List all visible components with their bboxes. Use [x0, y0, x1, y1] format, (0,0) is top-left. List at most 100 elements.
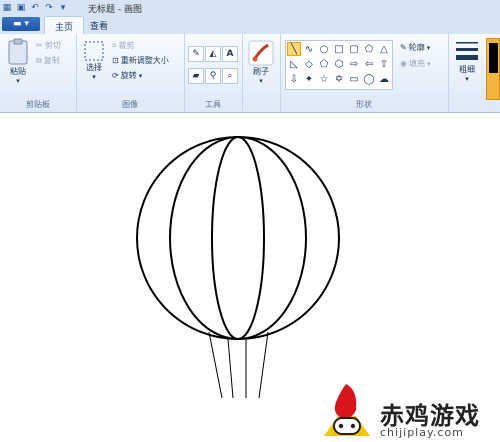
size-label: 粗细 [459, 65, 475, 74]
app-icon: ▦ [2, 3, 12, 13]
outline-label: 轮廓 [408, 43, 425, 52]
brushes-button[interactable]: 刷子 ▾ [246, 40, 276, 85]
clipboard-icon [8, 38, 28, 65]
brushes-dropdown-icon: ▾ [259, 77, 263, 85]
size-dropdown-icon: ▾ [465, 75, 469, 83]
callout-rect-shape[interactable]: ▭ [347, 72, 361, 86]
five-point-star-shape[interactable]: ☆ [317, 72, 331, 86]
crop-label: 裁剪 [118, 41, 135, 50]
crop-icon: ⌗ [112, 40, 117, 50]
paste-button[interactable]: 粘贴 ▾ [4, 38, 32, 85]
pencil-tool[interactable]: ✎ [188, 46, 204, 62]
rounded-rectangle-shape[interactable]: ▢ [347, 42, 361, 56]
ribbon-tabs: ▬ ▾ 主页 查看 [0, 16, 500, 35]
select-label: 选择 [86, 63, 102, 72]
resize-button[interactable]: ⊡ 重新调整大小 [112, 55, 169, 66]
outline-dropdown-icon: ▾ [426, 43, 431, 52]
image-group-label: 图像 [122, 100, 138, 109]
quick-access-toolbar: ▦ ▣ ↶ ↷ ▾ [0, 0, 68, 16]
polygon-shape[interactable]: ⬠ [362, 42, 376, 56]
eyedropper-icon: ⚲ [209, 71, 217, 81]
rotate-dropdown-icon: ▾ [138, 71, 143, 80]
watermark-domain: chijiplay.com [380, 426, 464, 439]
four-point-star-shape[interactable]: ✦ [302, 72, 316, 86]
image-group: 选择 ▾ ⌗ 裁剪 ⊡ 重新调整大小 ⟳ 旋转 ▾ 图像 [76, 34, 185, 112]
callout-oval-shape[interactable]: ◯ [362, 72, 376, 86]
right-triangle-shape[interactable]: ◺ [287, 57, 301, 71]
text-tool[interactable]: A [222, 46, 238, 62]
six-point-star-shape[interactable]: ✡ [332, 72, 346, 86]
rotate-icon: ⟳ [112, 71, 119, 80]
brushes-label: 刷子 [253, 67, 269, 76]
eraser-tool[interactable]: ▰ [188, 68, 204, 84]
brushes-group: 刷子 ▾ [242, 34, 281, 112]
chicken-logo-icon [324, 384, 370, 436]
pencil-icon: ✎ [192, 49, 200, 59]
down-arrow-shape[interactable]: ⇩ [287, 72, 301, 86]
line-width-icon [456, 42, 478, 60]
watermark: 赤鸡游戏 chijiplay.com [318, 376, 500, 442]
color1-swatch [489, 43, 498, 73]
undo-icon[interactable]: ↶ [30, 3, 40, 13]
select-rectangle-icon [84, 41, 104, 61]
tools-group: ✎ ◭ A ▰ ⚲ ⌕ 工具 [184, 34, 243, 112]
triangle-shape[interactable]: △ [377, 42, 391, 56]
fill-label: 填充 [408, 59, 425, 68]
copy-button[interactable]: ⧉ 复制 [36, 55, 60, 66]
title-bar: ▦ ▣ ↶ ↷ ▾ 无标题 - 画图 [0, 0, 500, 17]
fill-button[interactable]: ◉ 填充 ▾ [400, 58, 431, 69]
size-button[interactable]: 粗细 ▾ [452, 38, 482, 83]
diamond-shape[interactable]: ◇ [302, 57, 316, 71]
file-menu-button[interactable]: ▬ ▾ [2, 17, 40, 31]
fill-icon: ◉ [400, 59, 407, 68]
hexagon-shape[interactable]: ⬡ [332, 57, 346, 71]
tab-home[interactable]: 主页 [44, 16, 85, 35]
outline-icon: ✎ [400, 43, 407, 52]
cut-button[interactable]: ✂ 剪切 [36, 40, 61, 51]
text-icon: A [226, 49, 234, 59]
clipboard-group: 粘贴 ▾ ✂ 剪切 ⧉ 复制 剪贴板 [0, 34, 77, 112]
color-picker-tool[interactable]: ⚲ [205, 68, 221, 84]
resize-icon: ⊡ [112, 56, 119, 65]
crop-button[interactable]: ⌗ 裁剪 [112, 40, 135, 51]
clipboard-group-label: 剪贴板 [26, 100, 50, 109]
color1-button[interactable] [486, 38, 500, 100]
pentagon-shape[interactable]: ⬠ [317, 57, 331, 71]
customize-qat-icon[interactable]: ▾ [58, 3, 68, 13]
brush-icon [248, 40, 274, 66]
cut-label: 剪切 [44, 41, 61, 50]
tools-group-label: 工具 [205, 100, 221, 109]
paste-label: 粘贴 [10, 67, 26, 76]
copy-icon: ⧉ [36, 55, 42, 65]
redo-icon[interactable]: ↷ [44, 3, 54, 13]
magnifier-tool[interactable]: ⌕ [222, 68, 238, 84]
resize-label: 重新调整大小 [120, 56, 169, 65]
right-arrow-shape[interactable]: ⇨ [347, 57, 361, 71]
rectangle-shape[interactable]: □ [332, 42, 346, 56]
shapes-group-label: 形状 [356, 100, 372, 109]
paste-dropdown-icon: ▾ [16, 77, 20, 85]
oval-shape[interactable]: ○ [317, 42, 331, 56]
select-button[interactable]: 选择 ▾ [80, 40, 108, 81]
cloud-shape[interactable]: ☁ [377, 72, 391, 86]
scissors-icon: ✂ [36, 41, 43, 50]
save-icon[interactable]: ▣ [16, 3, 26, 13]
paint-bucket-icon: ◭ [209, 49, 217, 59]
select-dropdown-icon: ▾ [92, 73, 96, 81]
ribbon: 粘贴 ▾ ✂ 剪切 ⧉ 复制 剪贴板 选择 ▾ ⌗ 裁剪 ⊡ 重新调整大小 ⟳ … [0, 34, 500, 113]
rotate-label: 旋转 [120, 71, 137, 80]
curve-shape[interactable]: ∿ [302, 42, 316, 56]
copy-label: 复制 [43, 56, 60, 65]
window-title: 无标题 - 画图 [88, 5, 142, 15]
eraser-icon: ▰ [192, 71, 200, 81]
shapes-gallery: ╲ ∿ ○ □ ▢ ⬠ △ ◺ ◇ ⬠ ⬡ ⇨ ⇦ ⇧ ⇩ ✦ ☆ ✡ ▭ ◯ … [285, 40, 393, 90]
up-arrow-shape[interactable]: ⇧ [377, 57, 391, 71]
magnifier-icon: ⌕ [227, 71, 233, 81]
outline-button[interactable]: ✎ 轮廓 ▾ [400, 42, 430, 53]
rotate-button[interactable]: ⟳ 旋转 ▾ [112, 70, 142, 81]
left-arrow-shape[interactable]: ⇦ [362, 57, 376, 71]
fill-tool[interactable]: ◭ [205, 46, 221, 62]
line-shape[interactable]: ╲ [287, 42, 301, 56]
file-menu-icon: ▬ ▾ [13, 19, 29, 29]
tab-view[interactable]: 查看 [80, 16, 118, 34]
